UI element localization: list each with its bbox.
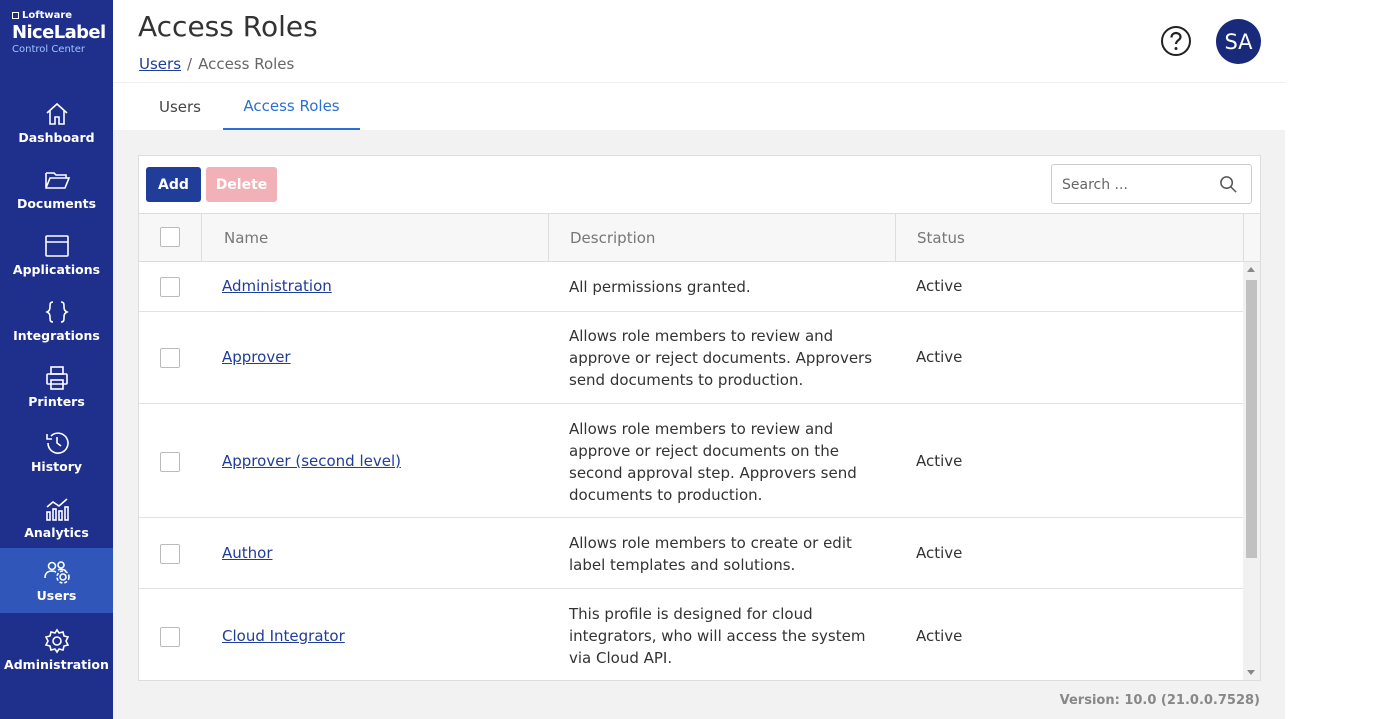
table-row[interactable]: Approver Allows role members to review a…	[139, 312, 1243, 404]
role-name-link[interactable]: Author	[222, 544, 273, 562]
sidebar-item-analytics[interactable]: Analytics	[0, 487, 113, 553]
toolbar: Add Delete	[139, 156, 1260, 213]
sidebar-item-label: History	[30, 459, 83, 474]
tab-users[interactable]: Users	[139, 83, 221, 130]
role-description: Allows role members to review and approv…	[569, 327, 873, 389]
sidebar-item-history[interactable]: History	[0, 421, 113, 487]
role-status: Active	[916, 348, 963, 366]
sidebar-item-label: Analytics	[24, 525, 89, 540]
role-status: Active	[916, 452, 963, 470]
tab-access-roles[interactable]: Access Roles	[223, 83, 360, 130]
table-scrollbar[interactable]	[1243, 262, 1260, 680]
row-checkbox[interactable]	[160, 544, 180, 564]
breadcrumb-current: Access Roles	[198, 55, 295, 73]
table-row[interactable]: Administration All permissions granted. …	[139, 262, 1243, 312]
add-button[interactable]: Add	[146, 167, 201, 202]
role-description: All permissions granted.	[569, 278, 751, 296]
sidebar-item-label: Dashboard	[18, 130, 95, 145]
table-header: Name Description Status	[139, 213, 1260, 262]
braces-icon	[44, 301, 69, 323]
column-divider	[201, 214, 202, 261]
sidebar-item-printers[interactable]: Printers	[0, 356, 113, 422]
role-name-link[interactable]: Cloud Integrator	[222, 627, 345, 645]
role-description: Allows role members to create or edit la…	[569, 534, 852, 574]
sidebar-item-dashboard[interactable]: Dashboard	[0, 92, 113, 158]
table-body: Administration All permissions granted. …	[139, 262, 1243, 680]
sidebar-item-administration[interactable]: Administration	[0, 619, 113, 685]
sidebar-item-documents[interactable]: Documents	[0, 158, 113, 224]
scroll-down-arrow-icon[interactable]	[1247, 670, 1255, 675]
sidebar-item-label: Users	[36, 588, 77, 603]
breadcrumb: Users / Access Roles	[139, 55, 294, 73]
delete-button[interactable]: Delete	[206, 167, 277, 202]
sidebar-item-label: Administration	[4, 657, 109, 672]
search-input[interactable]	[1062, 174, 1212, 196]
sidebar-item-integrations[interactable]: Integrations	[0, 290, 113, 356]
sidebar-item-label: Documents	[16, 196, 97, 211]
row-checkbox[interactable]	[160, 627, 180, 647]
users-gear-icon	[43, 561, 70, 584]
sidebar-item-applications[interactable]: Applications	[0, 224, 113, 290]
sidebar-item-label: Printers	[28, 394, 85, 409]
breadcrumb-separator: /	[187, 55, 193, 73]
logo-vendor: Loftware	[12, 10, 107, 21]
logo-subtitle: Control Center	[12, 44, 85, 55]
home-icon	[45, 102, 68, 125]
role-status: Active	[916, 627, 963, 645]
role-description: This profile is designed for cloud integ…	[569, 605, 866, 667]
role-description: Allows role members to review and approv…	[569, 420, 857, 504]
tab-bar: Users Access Roles	[113, 83, 1285, 130]
row-checkbox[interactable]	[160, 348, 180, 368]
page-title: Access Roles	[138, 10, 318, 43]
sidebar-item-label: Integrations	[13, 328, 100, 343]
search-box	[1051, 164, 1252, 204]
analytics-icon	[45, 498, 69, 521]
column-divider	[548, 214, 549, 261]
row-checkbox[interactable]	[160, 277, 180, 297]
roles-panel: Add Delete Name Description Status	[138, 155, 1261, 681]
select-all-checkbox[interactable]	[160, 227, 180, 247]
breadcrumb-link-users[interactable]: Users	[139, 55, 181, 73]
help-icon[interactable]	[1160, 25, 1192, 57]
role-status: Active	[916, 544, 963, 562]
sidebar-item-users[interactable]: Users	[0, 548, 113, 613]
sidebar-item-label: Applications	[12, 262, 101, 277]
logo-product: NiceLabel	[12, 22, 106, 43]
version-label: Version: 10.0 (21.0.0.7528)	[1059, 693, 1260, 708]
printer-icon	[45, 366, 68, 390]
row-checkbox[interactable]	[160, 452, 180, 472]
sidebar: Loftware NiceLabel Control Center Dashbo…	[0, 0, 113, 719]
scroll-thumb[interactable]	[1246, 280, 1257, 558]
logo[interactable]: Loftware NiceLabel Control Center	[12, 10, 107, 55]
main-content: Add Delete Name Description Status	[113, 130, 1285, 719]
scroll-up-arrow-icon[interactable]	[1247, 267, 1255, 272]
page-header: Access Roles Users / Access Roles SA	[113, 0, 1285, 83]
column-header-name[interactable]: Name	[224, 214, 268, 261]
role-name-link[interactable]: Administration	[222, 277, 332, 295]
column-divider	[1243, 214, 1244, 261]
table-row[interactable]: Approver (second level) Allows role memb…	[139, 404, 1243, 518]
role-status: Active	[916, 277, 963, 295]
gear-icon	[44, 628, 69, 654]
role-name-link[interactable]: Approver (second level)	[222, 452, 401, 470]
avatar[interactable]: SA	[1216, 19, 1261, 64]
search-icon[interactable]	[1219, 175, 1238, 194]
role-name-link[interactable]: Approver	[222, 348, 291, 366]
folder-icon	[44, 172, 70, 189]
window-icon	[44, 235, 69, 257]
app: Loftware NiceLabel Control Center Dashbo…	[0, 0, 1400, 719]
table-row[interactable]: Author Allows role members to create or …	[139, 518, 1243, 589]
column-divider	[895, 214, 896, 261]
column-header-status[interactable]: Status	[917, 214, 965, 261]
table-row[interactable]: Cloud Integrator This profile is designe…	[139, 589, 1243, 680]
history-icon	[45, 432, 69, 454]
column-header-description[interactable]: Description	[570, 214, 655, 261]
